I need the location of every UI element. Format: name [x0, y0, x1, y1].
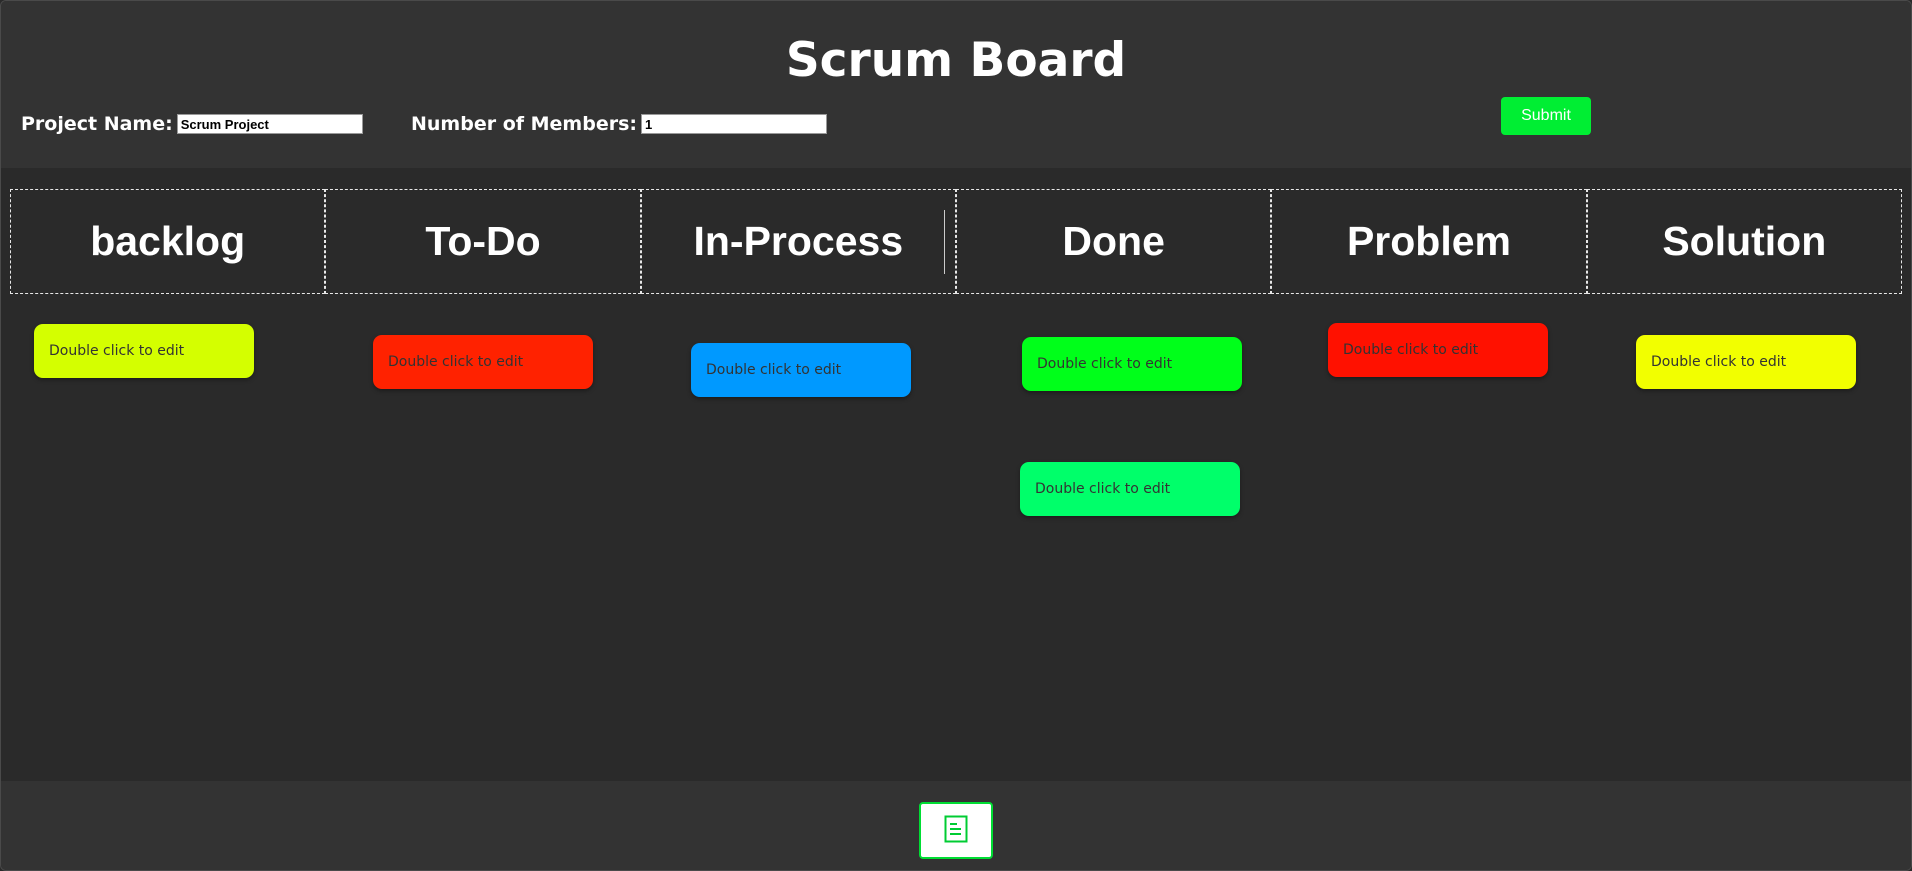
column-header-in-process-label: In-Process	[693, 218, 904, 264]
column-header-in-process[interactable]: In-Process	[640, 189, 956, 294]
sticky-note-done-1[interactable]: Double click to edit	[1022, 337, 1242, 391]
document-button[interactable]	[919, 802, 993, 859]
sticky-note-solution[interactable]: Double click to edit	[1636, 335, 1856, 389]
members-field: Number of Members:	[411, 113, 827, 135]
column-header-problem: Problem	[1271, 189, 1587, 294]
app-window: Scrum Board Project Name: Number of Memb…	[0, 0, 1912, 871]
project-name-field: Project Name:	[21, 113, 363, 135]
members-input[interactable]	[641, 114, 827, 134]
document-icon	[944, 815, 968, 846]
column-header-done: Done	[955, 189, 1272, 294]
submit-button[interactable]: Submit	[1501, 97, 1591, 135]
column-header-backlog: backlog	[10, 189, 326, 294]
sticky-note-in-process[interactable]: Double click to edit	[691, 343, 911, 397]
sticky-note-done-2[interactable]: Double click to edit	[1020, 462, 1240, 516]
sticky-note-problem[interactable]: Double click to edit	[1328, 323, 1548, 377]
page-title: Scrum Board	[785, 33, 1127, 88]
sticky-note-backlog[interactable]: Double click to edit	[34, 324, 254, 378]
sticky-note-todo[interactable]: Double click to edit	[373, 335, 593, 389]
text-cursor	[943, 210, 945, 274]
project-name-input[interactable]	[176, 114, 363, 134]
column-headers: backlog To-Do In-Process Done Problem So…	[10, 189, 1902, 294]
members-label: Number of Members:	[411, 113, 637, 135]
column-header-todo: To-Do	[325, 189, 641, 294]
header: Scrum Board Project Name: Number of Memb…	[1, 1, 1911, 168]
column-header-solution: Solution	[1586, 189, 1902, 294]
project-name-label: Project Name:	[21, 113, 173, 135]
